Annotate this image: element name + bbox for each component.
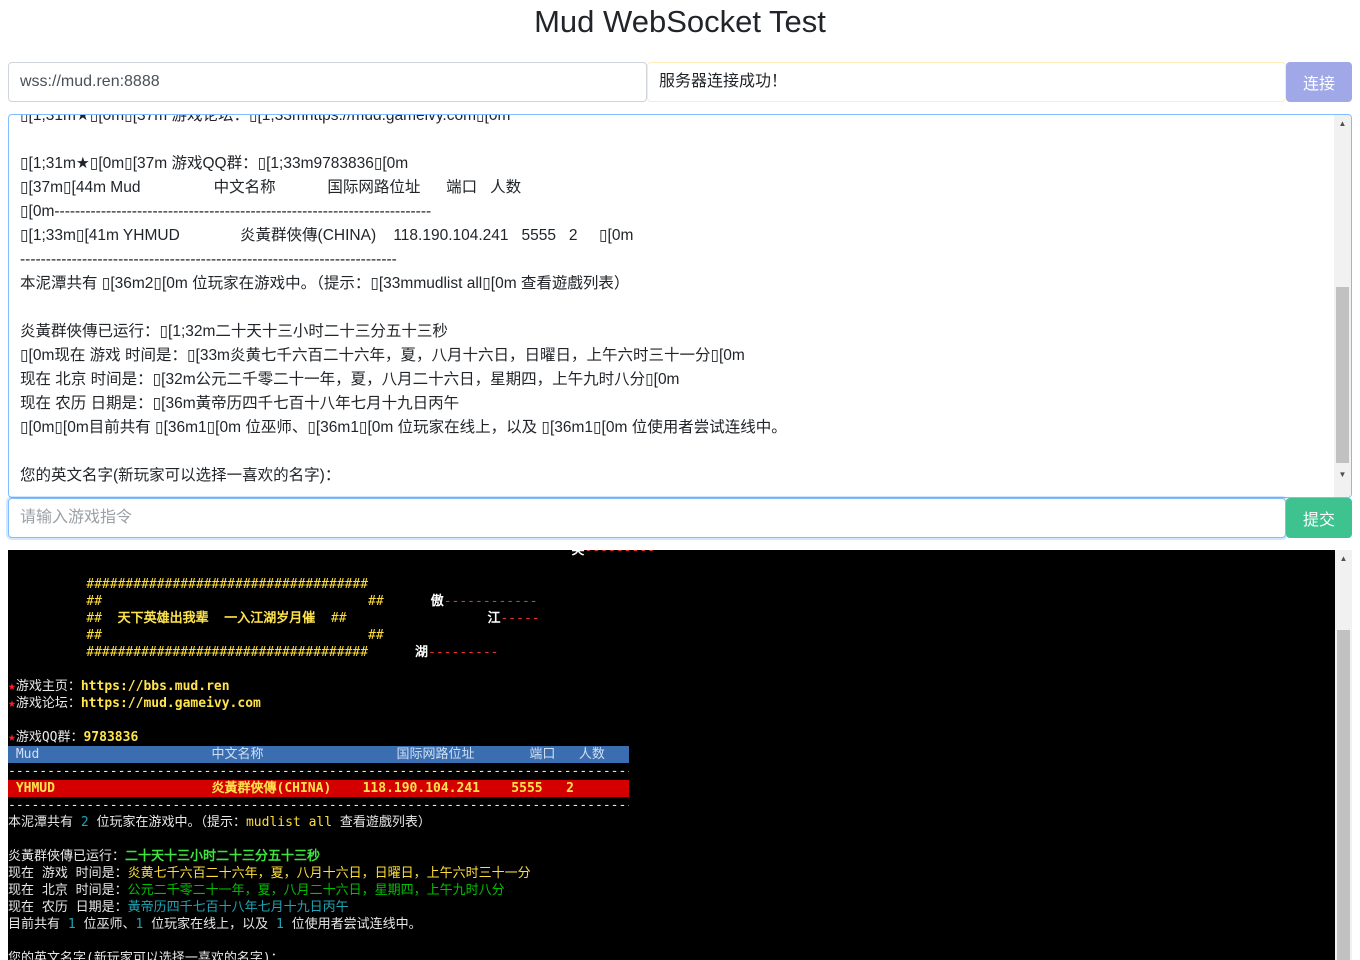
submit-button[interactable]: 提交 xyxy=(1286,498,1352,538)
red-star-icon: ★ xyxy=(8,679,16,694)
terminal-line: ## 天下英雄出我辈 一入江湖岁月催 ## 江----- xyxy=(86,611,540,626)
log-line: ▯[1;31m★▯[0m▯[37m 游戏QQ群：▯[1;33m9783836▯[… xyxy=(20,155,409,172)
terminal-scrollbar[interactable]: ▲ xyxy=(1335,550,1352,960)
terminal-lines: 笑--------- #############################… xyxy=(8,550,1335,960)
terminal-line: 现在 游戏 时间是：炎黄七千六百二十六年，夏，八月十六日，日曜日，上午六时三十一… xyxy=(8,866,531,881)
red-star-icon: ★ xyxy=(8,696,16,711)
connect-button[interactable]: 连接 xyxy=(1286,62,1352,102)
raw-log-lines: ▯[1;31m★▯[0m▯[37m 游戏论坛：▯[1;33mhttps://mu… xyxy=(20,114,1327,488)
terminal-output[interactable]: 笑--------- #############################… xyxy=(8,550,1352,960)
terminal-line: 现在 北京 时间是：公元二千零二十一年，夏，八月二十六日，星期四，上午九时八分 xyxy=(8,883,505,898)
red-star-icon: ★ xyxy=(8,730,16,745)
log-line: 炎黃群俠傳已运行：▯[1;32m二十天十三小时二十三分五十三秒 xyxy=(20,323,448,340)
terminal-line: 笑--------- xyxy=(571,550,655,558)
terminal-line: ----------------------------------------… xyxy=(8,798,629,813)
log-line: ▯[1;31m★▯[0m▯[37m 游戏论坛：▯[1;33mhttps://mu… xyxy=(20,114,511,124)
log-line: ----------------------------------------… xyxy=(20,251,397,268)
scroll-up-arrow-icon[interactable]: ▲ xyxy=(1335,550,1352,567)
terminal-line: 目前共有 1 位巫师、1 位玩家在线上，以及 1 位使用者尝试连线中。 xyxy=(8,917,422,932)
terminal-line: 炎黃群俠傳已运行：二十天十三小时二十三分五十三秒 xyxy=(8,849,321,864)
log-line: ▯[0m现在 游戏 时间是：▯[33m炎黄七千六百二十六年，夏，八月十六日，日曜… xyxy=(20,347,745,364)
terminal-line: ## ## 傲------------ xyxy=(86,594,538,609)
page-title: Mud WebSocket Test xyxy=(534,4,826,39)
terminal-line: ★游戏主页：https://bbs.mud.ren xyxy=(8,679,230,694)
scroll-down-arrow-icon[interactable]: ▼ xyxy=(1334,466,1351,483)
mud-table-row: YHMUD 炎黃群俠傳(CHINA) 118.190.104.241 5555 … xyxy=(8,780,629,797)
terminal-line: #################################### 湖--… xyxy=(86,645,499,660)
terminal-line: 本泥潭共有 2 位玩家在游戏中。（提示：mudlist all 查看遊戲列表） xyxy=(8,815,431,830)
terminal-line: ----------------------------------------… xyxy=(8,764,629,779)
mud-table-header: Mud 中文名称 国际网路位址 端口 人数 xyxy=(8,746,629,763)
terminal-line: ★游戏QQ群：9783836 xyxy=(8,730,139,745)
terminal-line: ## ## xyxy=(86,628,384,643)
log-scrollbar[interactable]: ▲ ▼ xyxy=(1334,115,1351,497)
terminal-prompt: 您的英文名字(新玩家可以选择一喜欢的名字)： xyxy=(8,951,284,960)
command-input[interactable] xyxy=(8,498,1286,538)
scroll-up-arrow-icon[interactable]: ▲ xyxy=(1334,115,1351,132)
raw-log-textarea[interactable]: ▯[1;31m★▯[0m▯[37m 游戏论坛：▯[1;33mhttps://mu… xyxy=(8,114,1352,498)
log-line: 现在 农历 日期是：▯[36m黃帝历四千七百十八年七月十九日丙午 xyxy=(20,395,460,412)
connection-status: 服务器连接成功！ xyxy=(647,62,1286,102)
server-url-input[interactable] xyxy=(8,62,647,102)
log-line: ▯[1;33m▯[41m YHMUD 炎黃群俠傳(CHINA) 118.190.… xyxy=(20,227,634,244)
terminal-scroll-thumb[interactable] xyxy=(1337,630,1350,960)
log-line: 您的英文名字(新玩家可以选择一喜欢的名字)： xyxy=(20,467,341,484)
log-line: ▯[0m------------------------------------… xyxy=(20,203,432,220)
log-line: 本泥潭共有 ▯[36m2▯[0m 位玩家在游戏中。（提示：▯[33mmudlis… xyxy=(20,275,630,292)
terminal-line: #################################### xyxy=(86,577,369,592)
log-line: 现在 北京 时间是：▯[32m公元二千零二十一年，夏，八月二十六日，星期四，上午… xyxy=(20,371,680,388)
log-scroll-thumb[interactable] xyxy=(1336,287,1349,463)
log-line: ▯[37m▯[44m Mud 中文名称 国际网路位址 端口 人数 xyxy=(20,179,522,196)
terminal-line: 现在 农历 日期是：黃帝历四千七百十八年七月十九日丙午 xyxy=(8,900,349,915)
terminal-line: ★游戏论坛：https://mud.gameivy.com xyxy=(8,696,261,711)
log-line: ▯[0m▯[0m目前共有 ▯[36m1▯[0m 位巫师、▯[36m1▯[0m 位… xyxy=(20,419,787,436)
